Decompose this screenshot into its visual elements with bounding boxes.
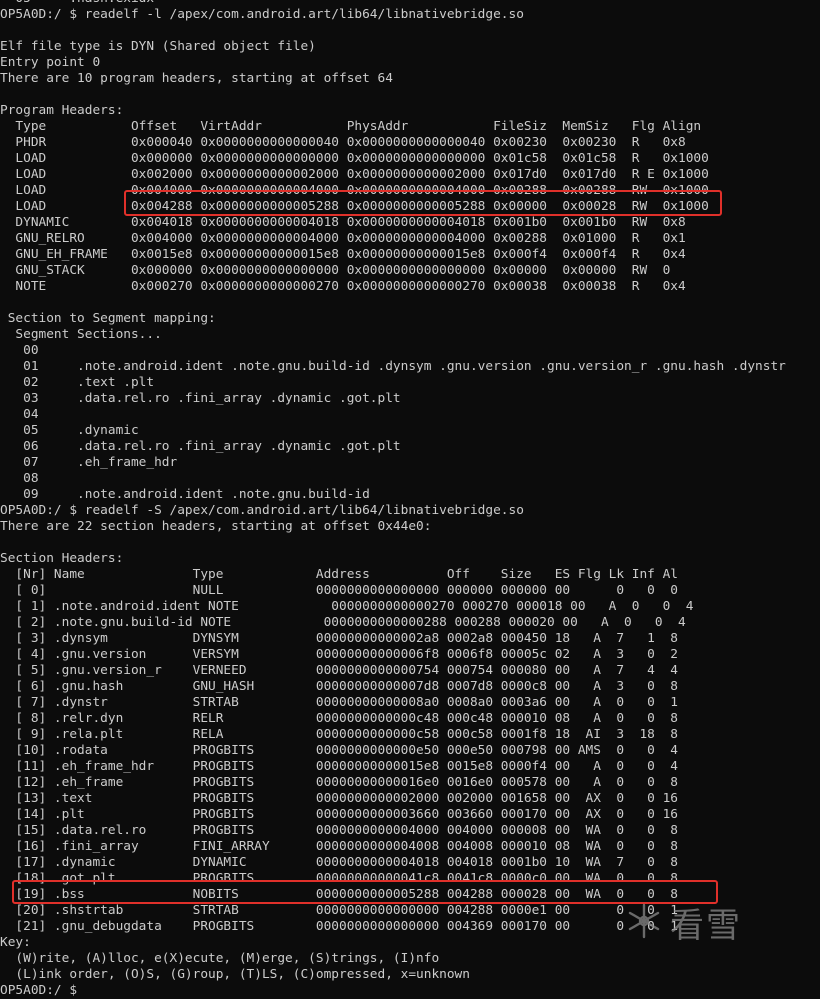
terminal-line: 05 .hash.exidx	[0, 0, 154, 7]
terminal-line: [Nr] Name Type Address Off Size ES Flg L…	[0, 567, 678, 582]
terminal-line: [17] .dynamic DYNAMIC 0000000000004018 0…	[0, 855, 678, 870]
terminal-line: 05 .dynamic	[0, 423, 139, 438]
terminal-line: (L)ink order, (O)S, (G)roup, (T)LS, (C)o…	[0, 967, 470, 982]
terminal-line: [13] .text PROGBITS 0000000000002000 002…	[0, 791, 678, 806]
terminal-line: GNU_RELRO 0x004000 0x0000000000004000 0x…	[0, 231, 686, 246]
terminal-line: OP5A0D:/ $ readelf -S /apex/com.android.…	[0, 503, 524, 518]
terminal-line: [ 5] .gnu.version_r VERNEED 000000000000…	[0, 663, 678, 678]
terminal-line: GNU_EH_FRAME 0x0015e8 0x00000000000015e8…	[0, 247, 686, 262]
terminal-line: There are 10 program headers, starting a…	[0, 71, 393, 86]
terminal-line: [ 2] .note.gnu.build-id NOTE 00000000000…	[0, 615, 686, 630]
terminal-line: 00	[0, 343, 39, 358]
terminal-line: [12] .eh_frame PROGBITS 00000000000016e0…	[0, 775, 678, 790]
terminal-line: PHDR 0x000040 0x0000000000000040 0x00000…	[0, 135, 686, 150]
terminal-line: 06 .data.rel.ro .fini_array .dynamic .go…	[0, 439, 401, 454]
terminal-line: GNU_STACK 0x000000 0x0000000000000000 0x…	[0, 263, 671, 278]
terminal-line: Elf file type is DYN (Shared object file…	[0, 39, 316, 54]
terminal-line: LOAD 0x004288 0x0000000000005288 0x00000…	[0, 199, 709, 214]
terminal-line: Entry point 0	[0, 55, 101, 70]
terminal-line: NOTE 0x000270 0x0000000000000270 0x00000…	[0, 279, 686, 294]
terminal-line: [10] .rodata PROGBITS 0000000000000e50 0…	[0, 743, 678, 758]
terminal-line: [20] .shstrtab STRTAB 0000000000000000 0…	[0, 903, 678, 918]
terminal-line: 09 .note.android.ident .note.gnu.build-i…	[0, 487, 370, 502]
terminal-line: [21] .gnu_debugdata PROGBITS 00000000000…	[0, 919, 678, 934]
terminal-line: [15] .data.rel.ro PROGBITS 0000000000004…	[0, 823, 678, 838]
terminal-line: 08	[0, 471, 39, 486]
snowflake-logo-icon	[624, 901, 664, 945]
terminal-line: OP5A0D:/ $ readelf -l /apex/com.android.…	[0, 7, 524, 22]
terminal-line: 03 .data.rel.ro .fini_array .dynamic .go…	[0, 391, 401, 406]
watermark-text: 看雪	[670, 906, 742, 946]
terminal-line: Program Headers:	[0, 103, 124, 118]
terminal-line: LOAD 0x002000 0x0000000000002000 0x00000…	[0, 167, 709, 182]
terminal-line: 02 .text .plt	[0, 375, 155, 390]
terminal-line: OP5A0D:/ $	[0, 983, 78, 998]
terminal-line: [ 1] .note.android.ident NOTE 0000000000…	[0, 599, 694, 614]
terminal-line: Key:	[0, 935, 31, 950]
terminal-line: [14] .plt PROGBITS 0000000000003660 0036…	[0, 807, 678, 822]
terminal-line: [ 9] .rela.plt RELA 0000000000000c58 000…	[0, 727, 678, 742]
terminal-line: [ 8] .relr.dyn RELR 0000000000000c48 000…	[0, 711, 678, 726]
terminal-line: LOAD 0x000000 0x0000000000000000 0x00000…	[0, 151, 709, 166]
terminal-line: [16] .fini_array FINI_ARRAY 000000000000…	[0, 839, 678, 854]
terminal-line: [ 3] .dynsym DYNSYM 00000000000002a8 000…	[0, 631, 678, 646]
watermark: 看雪	[624, 898, 742, 947]
terminal-line: [ 6] .gnu.hash GNU_HASH 00000000000007d8…	[0, 679, 678, 694]
terminal-line: LOAD 0x004000 0x0000000000004000 0x00000…	[0, 183, 709, 198]
terminal-line: Segment Sections...	[0, 327, 162, 342]
terminal-line: [19] .bss NOBITS 0000000000005288 004288…	[0, 887, 678, 902]
terminal-line: 04	[0, 407, 39, 422]
terminal-line: Section to Segment mapping:	[0, 311, 216, 326]
terminal-line: [ 7] .dynstr STRTAB 00000000000008a0 000…	[0, 695, 678, 710]
terminal-line: [ 0] NULL 0000000000000000 000000 000000…	[0, 583, 678, 598]
terminal-line: (W)rite, (A)lloc, e(X)ecute, (M)erge, (S…	[0, 951, 440, 966]
terminal-line: Type Offset VirtAddr PhysAddr FileSiz Me…	[0, 119, 702, 134]
terminal-line: [18] .got.plt PROGBITS 00000000000041c8 …	[0, 871, 678, 886]
terminal-line: 07 .eh_frame_hdr	[0, 455, 178, 470]
terminal-line: [11] .eh_frame_hdr PROGBITS 000000000000…	[0, 759, 678, 774]
terminal-line: 01 .note.android.ident .note.gnu.build-i…	[0, 359, 786, 374]
terminal-line: [ 4] .gnu.version VERSYM 00000000000006f…	[0, 647, 678, 662]
terminal-line: DYNAMIC 0x004018 0x0000000000004018 0x00…	[0, 215, 686, 230]
terminal-line: Section Headers:	[0, 551, 124, 566]
terminal-line: There are 22 section headers, starting a…	[0, 519, 432, 534]
